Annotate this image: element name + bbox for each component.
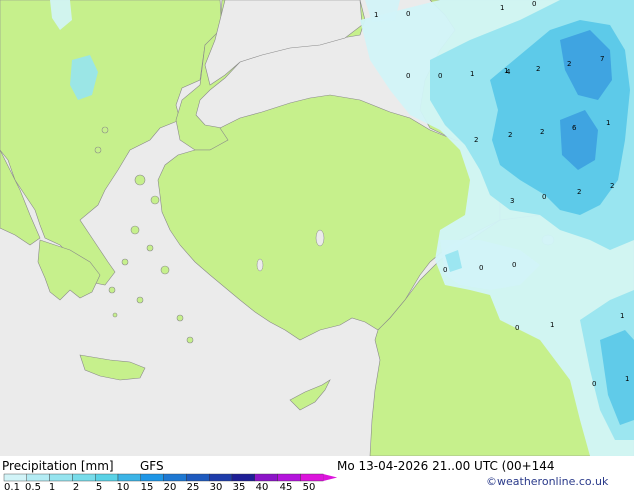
legend-tick-label: 10 <box>116 482 130 493</box>
precipitation-map: 1 0 1 0 1 2 7 0 0 1 4 2 2 6 2 1 2 3 0 2 … <box>0 0 634 456</box>
legend-tick-label: 35 <box>232 482 246 493</box>
precip-label: 3 <box>510 197 514 205</box>
precip-label: 2 <box>508 131 512 139</box>
precip-label: 1 <box>500 4 504 12</box>
legend-tick-label: 40 <box>255 482 269 493</box>
precip-label: 2 <box>577 188 581 196</box>
legend-tick-label: 0.5 <box>25 482 41 493</box>
legend-tick-label: 5 <box>95 482 103 493</box>
precip-label: 0 <box>532 0 536 8</box>
precip-label: 1 <box>625 375 629 383</box>
legend-tick-label: 25 <box>186 482 200 493</box>
legend-swatch <box>3 473 27 482</box>
precip-label: 2 <box>540 128 544 136</box>
credit-text: ©weatheronline.co.uk <box>486 475 609 488</box>
precip-label: 0 <box>406 10 410 18</box>
precip-label: 0 <box>406 72 410 80</box>
precip-label: 1 <box>374 11 378 19</box>
precip-label: 0 <box>443 266 447 274</box>
precip-label: 0 <box>512 261 516 269</box>
legend-swatch <box>26 473 50 482</box>
legend-swatch <box>94 473 119 482</box>
legend-tick-label: 50 <box>302 482 316 493</box>
model-name: GFS <box>140 459 164 473</box>
precip-label: 0 <box>438 72 442 80</box>
legend-swatch <box>277 473 301 482</box>
legend-tick-label: 20 <box>163 482 177 493</box>
valid-time: Mo 13-04-2026 21..00 UTC (00+144 <box>337 459 555 473</box>
precip-label: 1 <box>620 312 624 320</box>
precip-label: 2 <box>536 65 540 73</box>
precip-label: 1 <box>606 119 610 127</box>
legend-tick-label: 1 <box>48 482 56 493</box>
precip-label: 4 <box>506 68 511 76</box>
precip-label: 0 <box>515 324 519 332</box>
legend-swatch <box>208 473 233 482</box>
precip-label: 6 <box>572 124 577 132</box>
precip-label: 0 <box>592 380 596 388</box>
precip-label: 2 <box>610 182 614 190</box>
legend-tick-label: 30 <box>209 482 223 493</box>
precip-label: 0 <box>542 193 546 201</box>
legend-swatch <box>231 473 255 482</box>
legend-overflow-arrow <box>323 474 338 481</box>
legend-tick-label: 15 <box>140 482 154 493</box>
legend-swatch <box>72 473 96 482</box>
legend-tick-label: 0.1 <box>4 482 20 493</box>
legend-tick-label: 2 <box>72 482 80 493</box>
legend-swatch <box>140 473 164 482</box>
precip-label: 7 <box>600 55 604 63</box>
precip-label: 1 <box>470 70 474 78</box>
legend-swatch <box>49 473 73 482</box>
legend-swatch <box>117 473 141 482</box>
precip-label: 1 <box>550 321 554 329</box>
legend-title: Precipitation [mm] <box>2 459 114 473</box>
precip-label: 2 <box>474 136 478 144</box>
precip-label: 2 <box>567 60 571 68</box>
legend-swatch <box>186 473 210 482</box>
legend-tick-label: 45 <box>279 482 293 493</box>
legend-swatch <box>300 473 324 482</box>
legend-swatch <box>254 473 278 482</box>
precip-label: 0 <box>479 264 483 272</box>
legend-swatch <box>163 473 187 482</box>
